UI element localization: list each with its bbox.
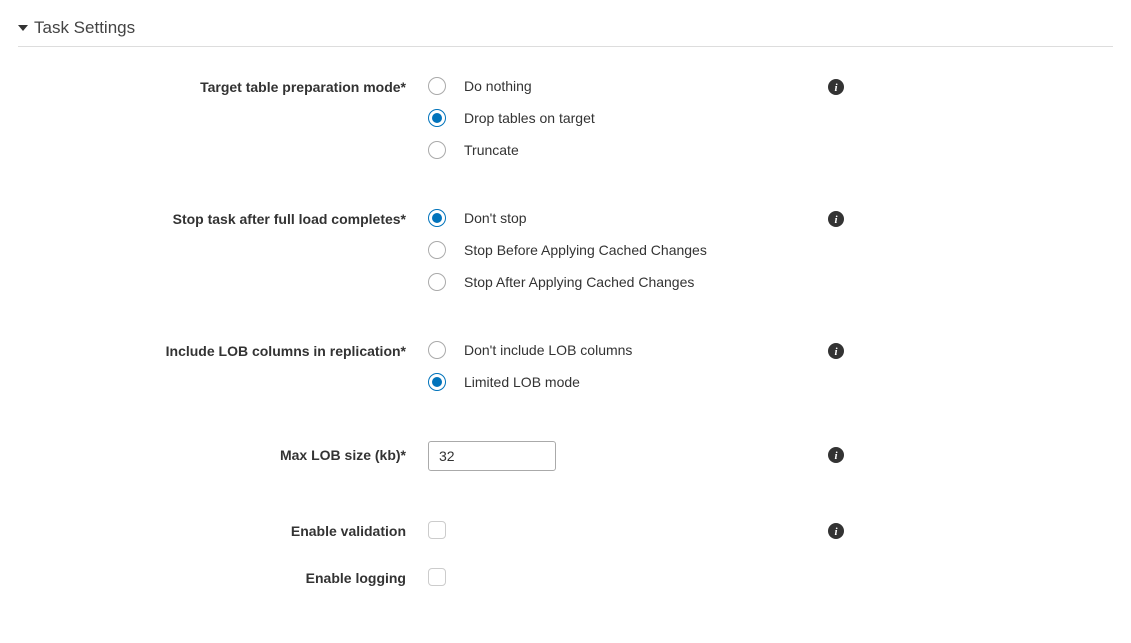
radio-label-dont-stop: Don't stop	[464, 210, 527, 226]
control-preparation-mode: Do nothing Drop tables on target Truncat…	[428, 77, 828, 159]
radio-option-stop-after: Stop After Applying Cached Changes	[428, 273, 828, 291]
radio-limited-lob[interactable]	[428, 373, 446, 391]
label-enable-validation: Enable validation	[18, 521, 428, 539]
row-max-lob: Max LOB size (kb)* i	[18, 441, 1113, 471]
section-header[interactable]: Task Settings	[18, 18, 1113, 47]
info-col	[828, 568, 858, 570]
info-col: i	[828, 521, 858, 539]
label-stop-task: Stop task after full load completes*	[18, 209, 428, 227]
info-icon[interactable]: i	[828, 447, 844, 463]
radio-label-stop-before: Stop Before Applying Cached Changes	[464, 242, 707, 258]
radio-option-drop-tables: Drop tables on target	[428, 109, 828, 127]
row-enable-validation: Enable validation i	[18, 521, 1113, 542]
info-icon[interactable]: i	[828, 211, 844, 227]
radio-drop-tables[interactable]	[428, 109, 446, 127]
label-max-lob: Max LOB size (kb)*	[18, 441, 428, 463]
radio-dont-stop[interactable]	[428, 209, 446, 227]
label-lob-columns: Include LOB columns in replication*	[18, 341, 428, 359]
radio-truncate[interactable]	[428, 141, 446, 159]
checkbox-enable-logging[interactable]	[428, 568, 446, 586]
radio-option-dont-stop: Don't stop	[428, 209, 828, 227]
radio-stop-before[interactable]	[428, 241, 446, 259]
info-icon[interactable]: i	[828, 79, 844, 95]
control-lob-columns: Don't include LOB columns Limited LOB mo…	[428, 341, 828, 391]
radio-option-do-nothing: Do nothing	[428, 77, 828, 95]
radio-label-stop-after: Stop After Applying Cached Changes	[464, 274, 694, 290]
radio-do-nothing[interactable]	[428, 77, 446, 95]
radio-option-no-lob: Don't include LOB columns	[428, 341, 828, 359]
row-enable-logging: Enable logging	[18, 568, 1113, 589]
info-col: i	[828, 341, 858, 359]
caret-down-icon	[18, 25, 28, 31]
row-preparation-mode: Target table preparation mode* Do nothin…	[18, 77, 1113, 159]
radio-label-truncate: Truncate	[464, 142, 519, 158]
control-enable-validation	[428, 521, 828, 542]
info-icon[interactable]: i	[828, 343, 844, 359]
radio-stop-after[interactable]	[428, 273, 446, 291]
radio-no-lob[interactable]	[428, 341, 446, 359]
label-enable-logging: Enable logging	[18, 568, 428, 586]
radio-label-drop-tables: Drop tables on target	[464, 110, 595, 126]
radio-label-do-nothing: Do nothing	[464, 78, 532, 94]
radio-label-limited-lob: Limited LOB mode	[464, 374, 580, 390]
radio-option-stop-before: Stop Before Applying Cached Changes	[428, 241, 828, 259]
max-lob-input[interactable]	[428, 441, 556, 471]
section-title: Task Settings	[34, 18, 135, 38]
row-lob-columns: Include LOB columns in replication* Don'…	[18, 341, 1113, 391]
info-col: i	[828, 209, 858, 227]
radio-label-no-lob: Don't include LOB columns	[464, 342, 632, 358]
control-enable-logging	[428, 568, 828, 589]
info-col: i	[828, 77, 858, 95]
row-stop-task: Stop task after full load completes* Don…	[18, 209, 1113, 291]
info-icon[interactable]: i	[828, 523, 844, 539]
control-stop-task: Don't stop Stop Before Applying Cached C…	[428, 209, 828, 291]
label-preparation-mode: Target table preparation mode*	[18, 77, 428, 95]
radio-option-truncate: Truncate	[428, 141, 828, 159]
info-col: i	[828, 441, 858, 463]
checkbox-enable-validation[interactable]	[428, 521, 446, 539]
control-max-lob	[428, 441, 828, 471]
radio-option-limited-lob: Limited LOB mode	[428, 373, 828, 391]
